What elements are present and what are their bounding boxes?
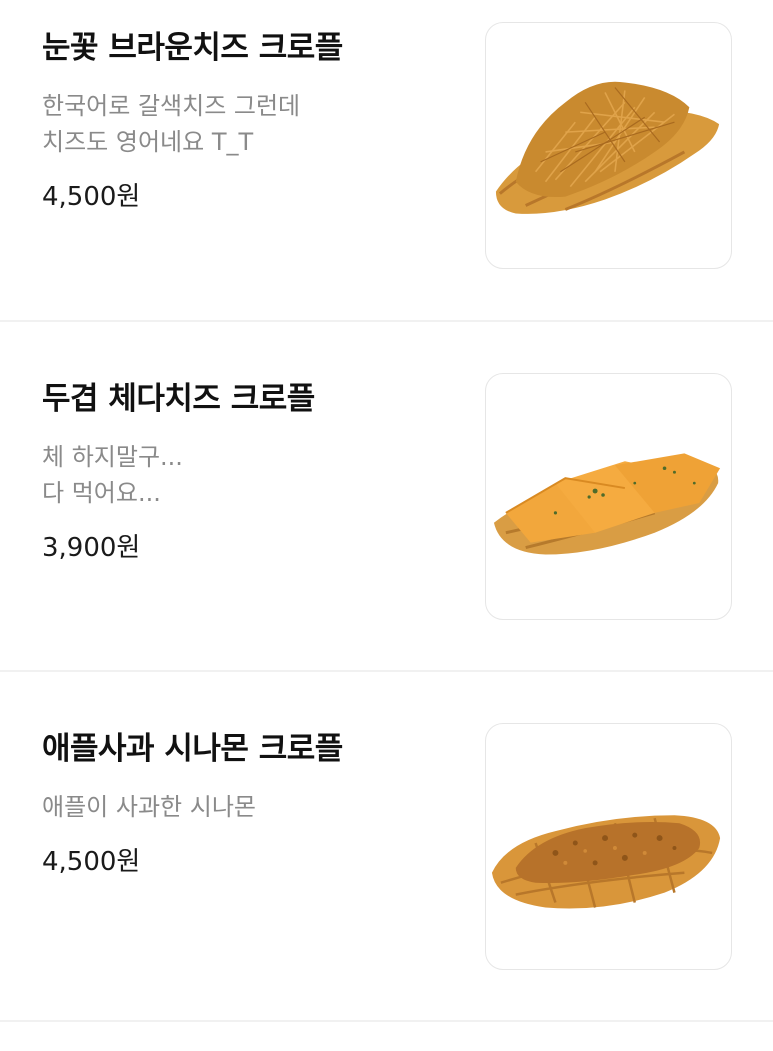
menu-item-name: 눈꽃 브라운치즈 크로플 xyxy=(42,30,343,66)
menu-item-photo xyxy=(485,22,732,269)
menu-item-price: 3,900원 xyxy=(42,533,141,563)
apple-cinnamon-croffle-image xyxy=(491,815,721,909)
brown-cheese-croffle-image xyxy=(495,81,720,214)
menu-item-photo xyxy=(485,723,732,970)
menu-item-description: 체 하지말구... 다 먹어요... xyxy=(42,443,183,507)
divider xyxy=(0,1020,773,1022)
cheddar-cheese-croffle-image xyxy=(493,453,721,555)
menu-item-description: 애플이 사과한 시나몬 xyxy=(42,793,256,821)
menu-item-apple-cinnamon-croffle[interactable]: 애플사과 시나몬 크로플 애플이 사과한 시나몬 4,500원 xyxy=(0,701,773,1051)
menu-item-description: 한국어로 갈색치즈 그런데 치즈도 영어네요 T_T xyxy=(42,92,301,156)
menu-item-price: 4,500원 xyxy=(42,847,141,877)
menu-item-cheddar-cheese-croffle[interactable]: 두겹 체다치즈 크로플 체 하지말구... 다 먹어요... 3,900원 xyxy=(0,351,773,701)
menu-list: 눈꽃 브라운치즈 크로플 한국어로 갈색치즈 그런데 치즈도 영어네요 T_T … xyxy=(0,0,773,1024)
menu-item-price: 4,500원 xyxy=(42,182,141,212)
menu-item-brown-cheese-croffle[interactable]: 눈꽃 브라운치즈 크로플 한국어로 갈색치즈 그런데 치즈도 영어네요 T_T … xyxy=(0,0,773,350)
menu-item-name: 두겹 체다치즈 크로플 xyxy=(42,381,315,417)
menu-item-name: 애플사과 시나몬 크로플 xyxy=(42,731,343,767)
menu-item-photo xyxy=(485,373,732,620)
divider xyxy=(0,320,773,322)
divider xyxy=(0,670,773,672)
